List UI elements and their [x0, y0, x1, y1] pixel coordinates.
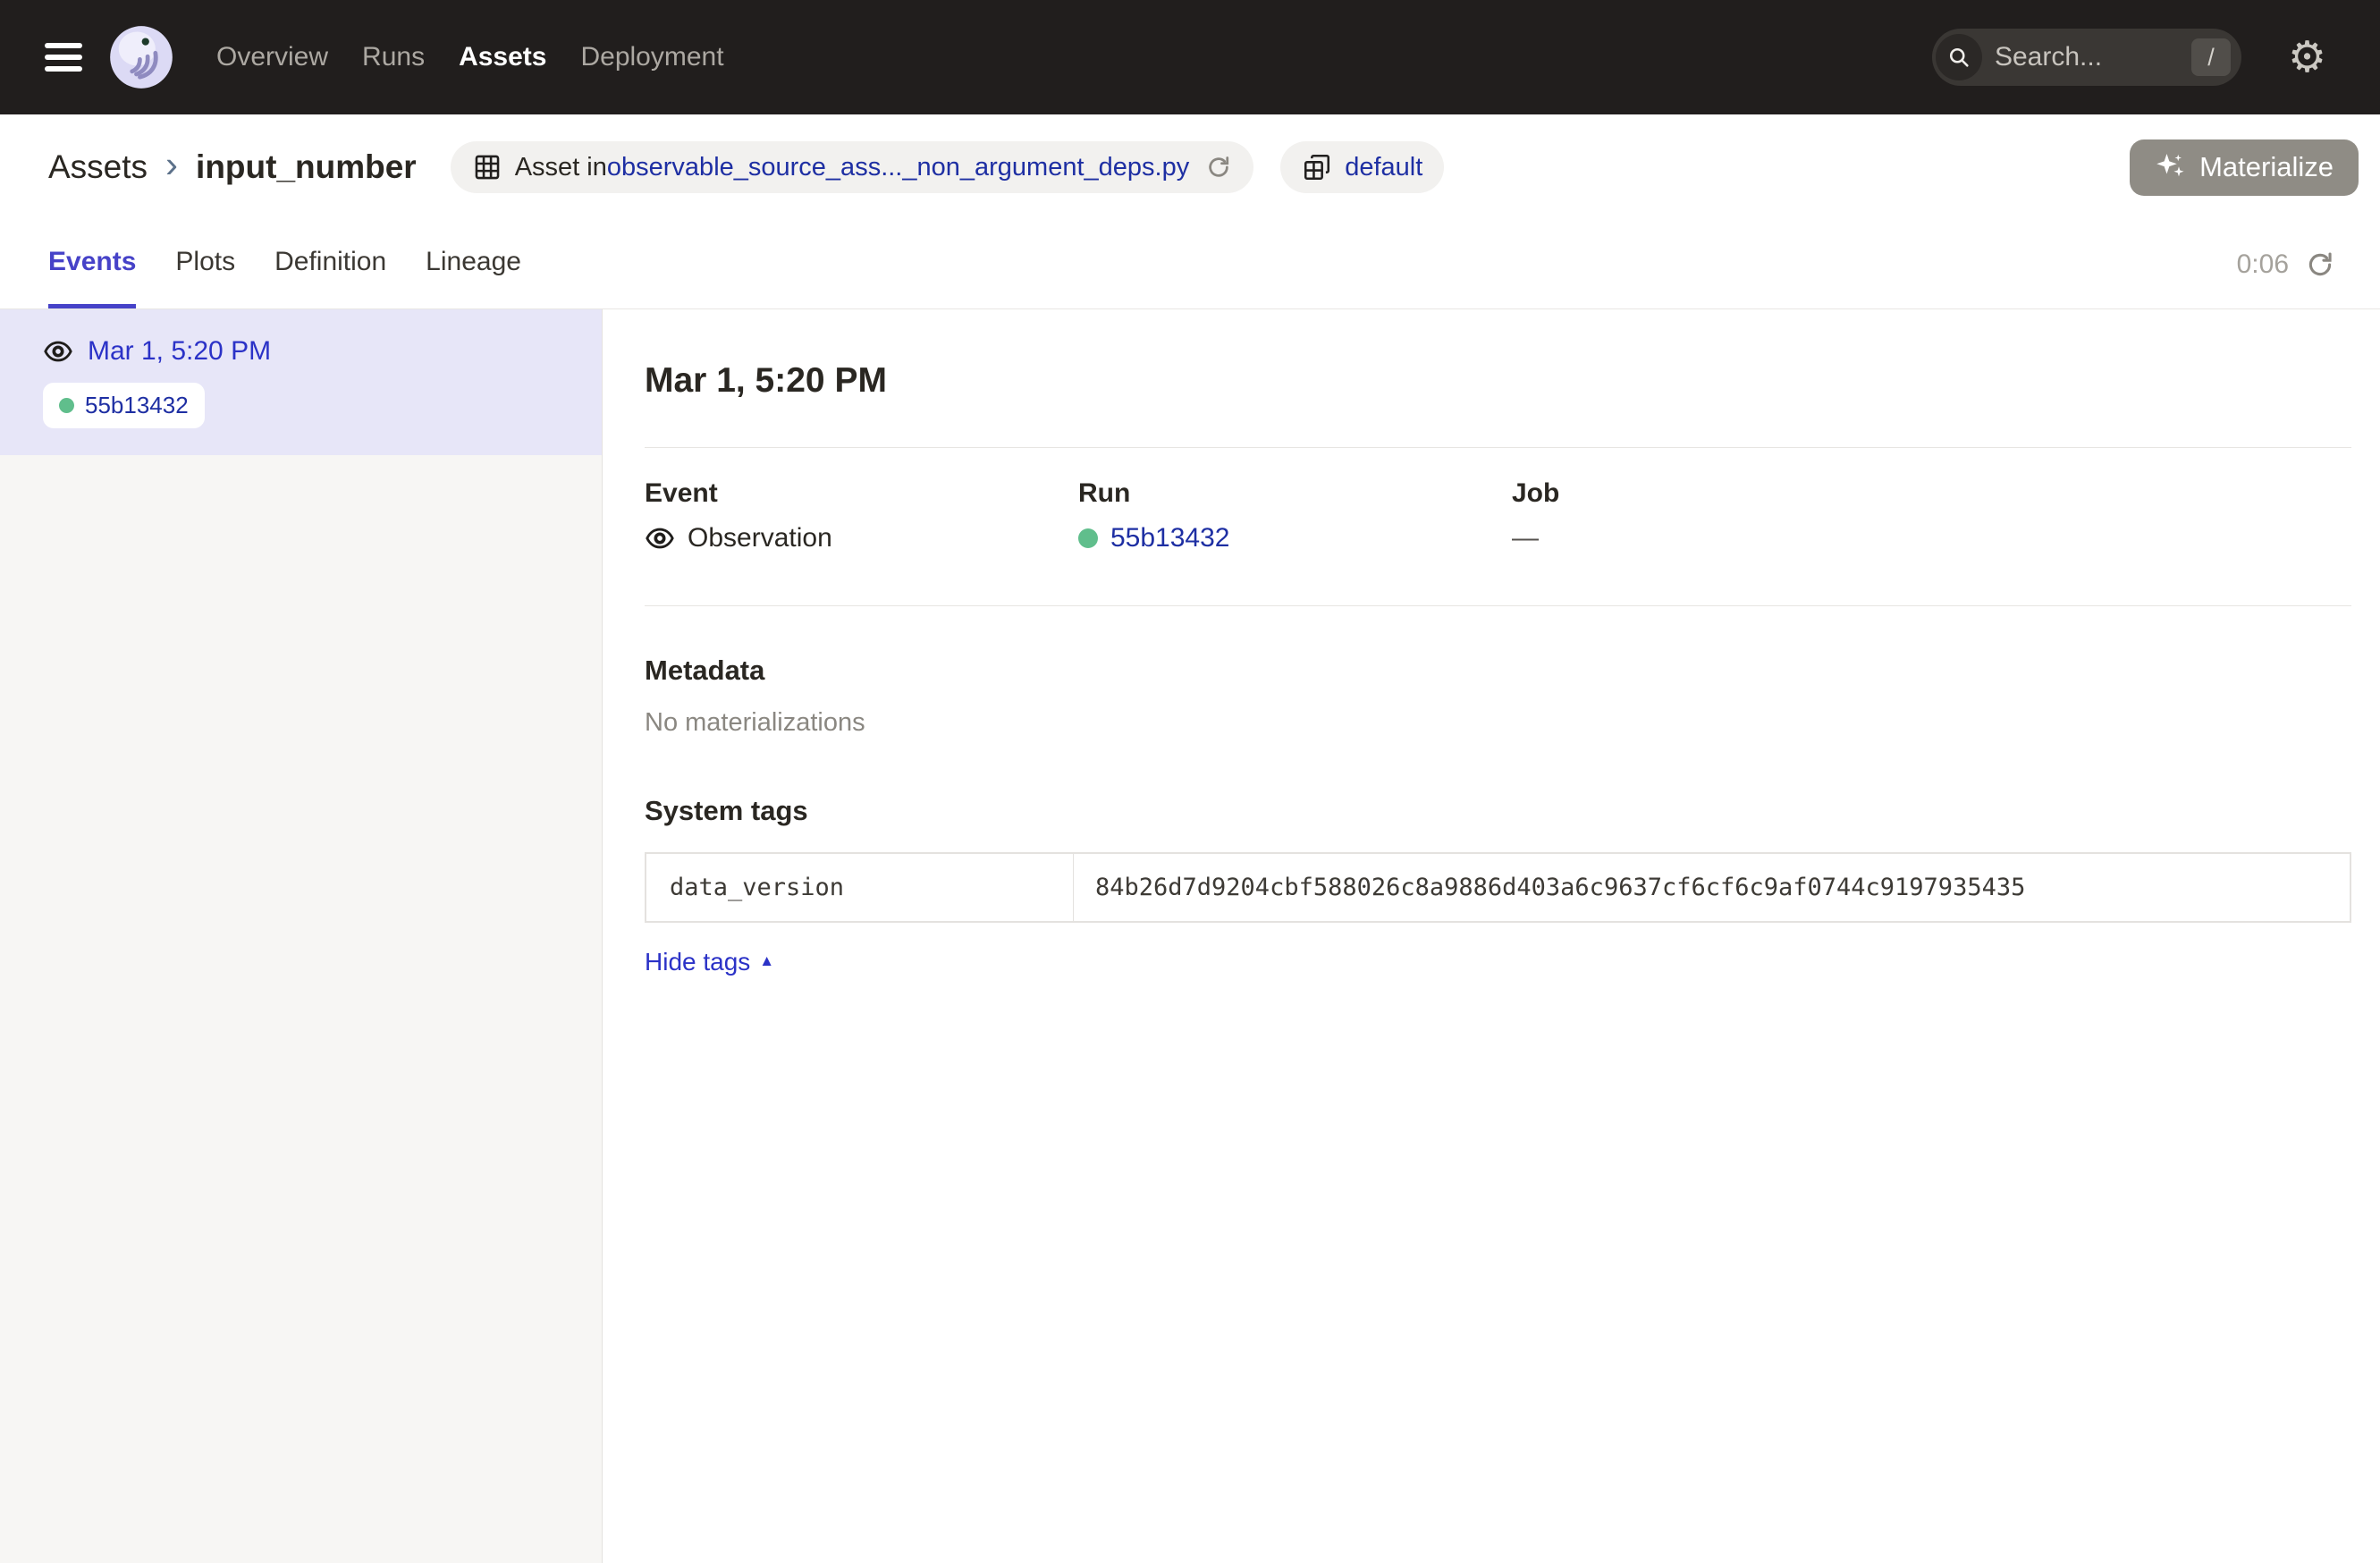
tab-lineage[interactable]: Lineage — [426, 220, 521, 308]
hide-tags-link[interactable]: Hide tags ▲ — [645, 948, 774, 976]
caret-up-icon: ▲ — [759, 952, 774, 970]
reload-definition-icon[interactable] — [1205, 154, 1232, 181]
tag-value-cell: 84b26d7d9204cbf588026c8a9886d403a6c9637c… — [1074, 854, 2350, 921]
run-column-label: Run — [1078, 478, 1512, 509]
system-tags-table: data_version 84b26d7d9204cbf588026c8a988… — [645, 852, 2351, 923]
asset-definition-chip: Asset in observable_source_ass..._non_ar… — [451, 141, 1254, 193]
search-icon — [1936, 34, 1982, 80]
event-detail-title: Mar 1, 5:20 PM — [645, 361, 2351, 401]
tab-plots[interactable]: Plots — [175, 220, 235, 308]
tag-key-cell: data_version — [646, 854, 1074, 921]
asset-group-link[interactable]: default — [1345, 153, 1422, 182]
hamburger-menu-icon[interactable] — [45, 43, 82, 72]
top-navigation-bar: Overview Runs Assets Deployment / ⚙ — [0, 0, 2380, 114]
materialize-button[interactable]: Materialize — [2130, 139, 2359, 196]
asset-source-file-link[interactable]: observable_source_ass..._non_argument_de… — [607, 153, 1189, 182]
nav-item-deployment[interactable]: Deployment — [580, 42, 723, 72]
divider — [645, 605, 2351, 606]
job-column-label: Job — [1512, 478, 1559, 509]
dagster-app: Overview Runs Assets Deployment / ⚙ Asse… — [0, 0, 2380, 1563]
global-search[interactable]: / — [1932, 29, 2241, 86]
nav-item-assets[interactable]: Assets — [459, 42, 546, 72]
job-empty-value: — — [1512, 523, 1539, 553]
table-grid-icon — [472, 152, 502, 182]
asset-group-chip: default — [1280, 141, 1444, 193]
search-shortcut-badge: / — [2191, 38, 2231, 76]
settings-gear-icon[interactable]: ⚙ — [2288, 36, 2326, 79]
sparkles-icon — [2155, 151, 2187, 183]
asset-chip-prefix: Asset in — [515, 153, 607, 182]
hide-tags-label: Hide tags — [645, 948, 750, 976]
asset-tabs-row: Events Plots Definition Lineage 0:06 — [0, 220, 2380, 309]
asset-header-row: Assets › input_number Asset in observabl… — [0, 114, 2380, 220]
run-status-dot — [1078, 528, 1098, 548]
breadcrumb-assets-link[interactable]: Assets — [48, 148, 148, 186]
nav-item-runs[interactable]: Runs — [362, 42, 425, 72]
observation-eye-icon — [645, 523, 675, 553]
event-run-chip[interactable]: 55b13432 — [43, 383, 205, 428]
event-list-item[interactable]: Mar 1, 5:20 PM 55b13432 — [0, 309, 602, 455]
materialize-button-label: Materialize — [2199, 151, 2334, 183]
system-tags-heading: System tags — [645, 795, 2351, 827]
event-detail-panel: Mar 1, 5:20 PM Event Observation Run — [603, 309, 2380, 1563]
run-id-label: 55b13432 — [85, 392, 189, 419]
auto-refresh-control: 0:06 — [2237, 220, 2335, 308]
event-column-label: Event — [645, 478, 1078, 509]
breadcrumb-current-asset: input_number — [196, 148, 417, 186]
metadata-empty-text: No materializations — [645, 708, 2351, 738]
event-timestamp-link[interactable]: Mar 1, 5:20 PM — [88, 336, 271, 367]
metadata-heading: Metadata — [645, 655, 2351, 687]
observation-eye-icon — [43, 336, 73, 367]
nav-item-overview[interactable]: Overview — [216, 42, 328, 72]
run-status-dot — [59, 398, 74, 413]
run-id-link[interactable]: 55b13432 — [1110, 523, 1229, 553]
breadcrumb-chevron-icon: › — [165, 143, 178, 186]
event-type-value: Observation — [688, 523, 832, 553]
divider — [645, 447, 2351, 448]
primary-nav: Overview Runs Assets Deployment — [216, 42, 724, 72]
refresh-icon[interactable] — [2305, 249, 2335, 280]
tab-definition[interactable]: Definition — [274, 220, 386, 308]
topbar-right: / ⚙ — [1932, 29, 2326, 86]
refresh-countdown: 0:06 — [2237, 249, 2289, 280]
dagster-logo[interactable] — [107, 23, 175, 91]
tab-events[interactable]: Events — [48, 220, 136, 308]
search-input[interactable] — [1995, 42, 2191, 72]
event-list-sidebar: Mar 1, 5:20 PM 55b13432 — [0, 309, 603, 1563]
asset-group-icon — [1302, 152, 1332, 182]
event-summary-columns: Event Observation Run 55b13432 — [645, 478, 2351, 553]
events-content: Mar 1, 5:20 PM 55b13432 Mar 1, 5:20 PM E… — [0, 309, 2380, 1563]
